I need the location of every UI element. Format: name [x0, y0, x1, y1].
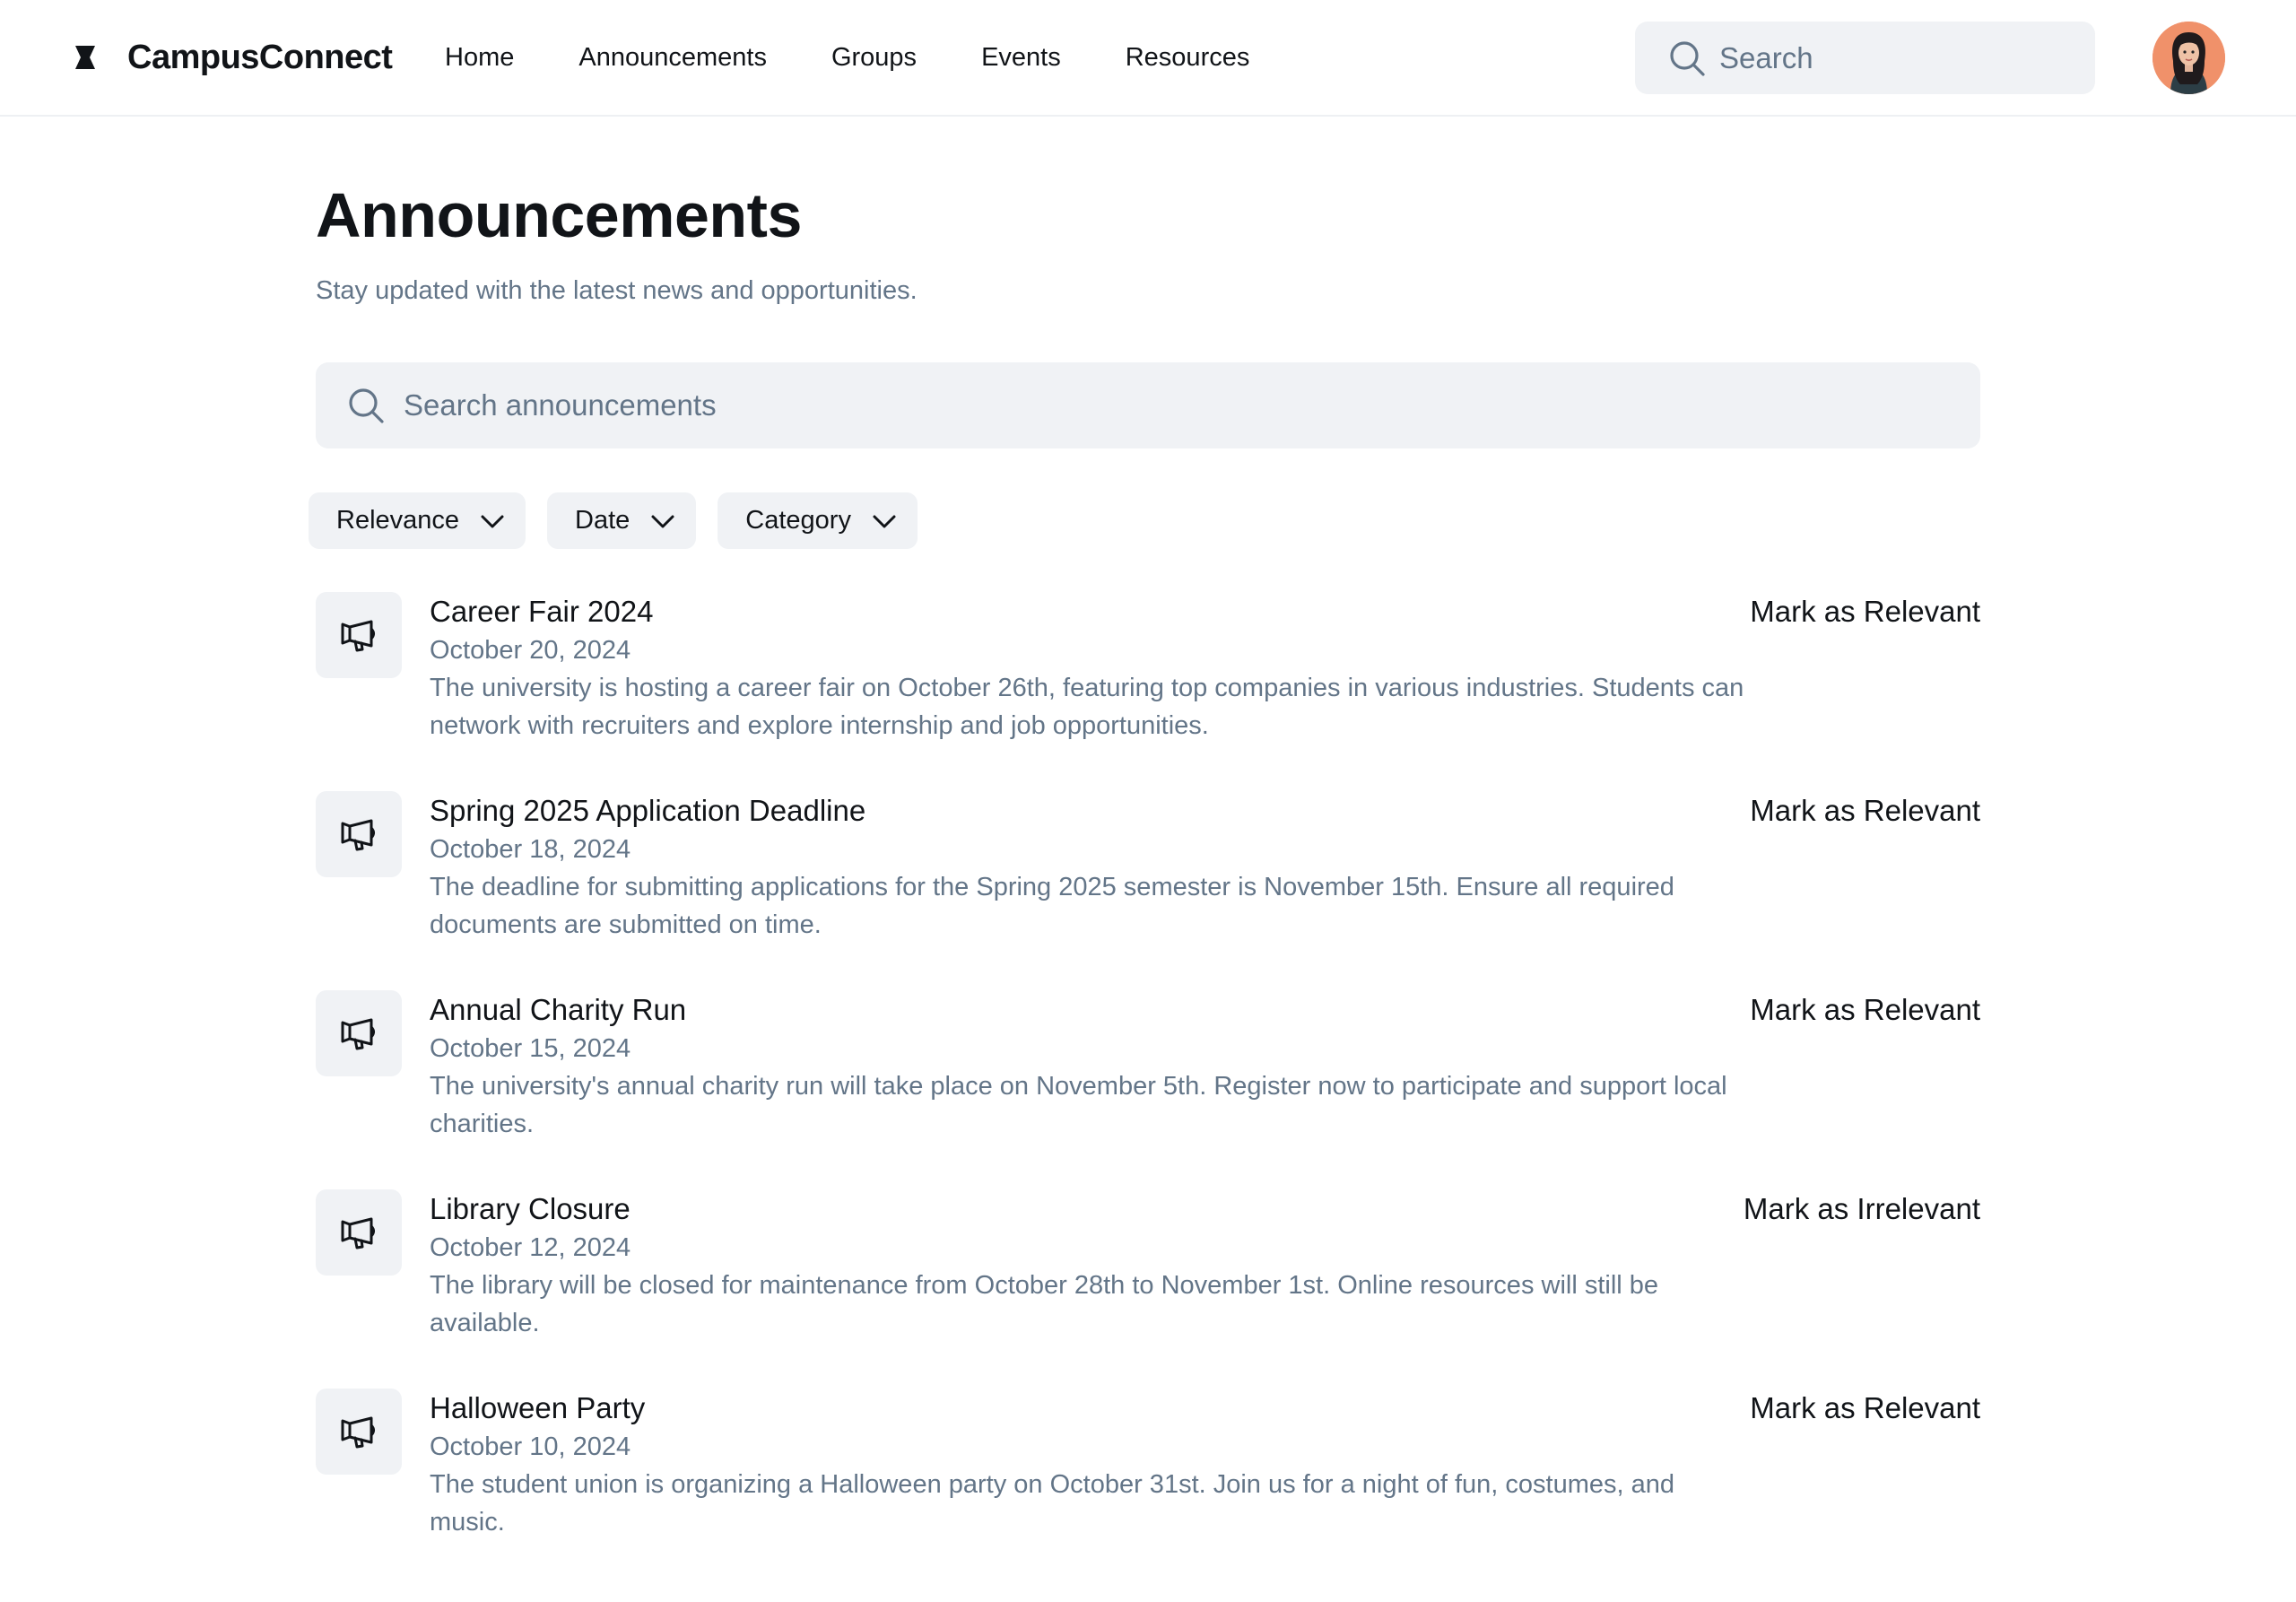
- announcement-icon-tile: [316, 990, 402, 1076]
- announcement-title[interactable]: Annual Charity Run: [430, 990, 1748, 1030]
- global-search-input[interactable]: [1719, 40, 2078, 75]
- mark-relevance-button[interactable]: Mark as Irrelevant: [1744, 1189, 1980, 1229]
- megaphone-icon: [341, 620, 375, 652]
- announcement-item: Career Fair 2024 October 20, 2024 The un…: [316, 592, 1980, 791]
- announcement-title[interactable]: Spring 2025 Application Deadline: [430, 791, 1748, 831]
- announcement-date: October 12, 2024: [430, 1233, 631, 1262]
- app-name: CampusConnect: [127, 38, 393, 76]
- announcement-search-input[interactable]: [404, 388, 1928, 422]
- announcement-icon-tile: [316, 791, 402, 877]
- filter-bar: Relevance Date Category: [309, 492, 939, 549]
- mark-relevance-button[interactable]: Mark as Relevant: [1750, 592, 1980, 631]
- filter-category-dropdown[interactable]: Category: [718, 492, 918, 549]
- announcement-title[interactable]: Career Fair 2024: [430, 592, 1748, 631]
- filter-label: Date: [575, 506, 631, 535]
- announcement-icon-tile: [316, 1389, 402, 1475]
- announcement-description: The university is hosting a career fair …: [430, 674, 1744, 740]
- announcement-date: October 15, 2024: [430, 1034, 631, 1063]
- page-subtitle: Stay updated with the latest news and op…: [316, 276, 918, 305]
- announcement-search-box[interactable]: [316, 362, 1980, 448]
- announcement-description: The student union is organizing a Hallow…: [430, 1470, 1674, 1537]
- chevron-down-icon: [873, 515, 896, 527]
- mark-relevance-button[interactable]: Mark as Relevant: [1750, 791, 1980, 831]
- filter-date-dropdown[interactable]: Date: [547, 492, 697, 549]
- global-search-box[interactable]: [1635, 22, 2095, 94]
- announcement-icon-tile: [316, 592, 402, 678]
- announcement-date: October 20, 2024: [430, 636, 631, 665]
- search-icon: [1670, 40, 1705, 76]
- announcement-item: Halloween Party October 10, 2024 The stu…: [316, 1389, 1980, 1588]
- avatar-portrait-icon: [2152, 22, 2225, 94]
- announcement-icon-tile: [316, 1189, 402, 1276]
- megaphone-icon: [341, 1416, 375, 1449]
- announcement-date: October 10, 2024: [430, 1432, 631, 1461]
- announcement-description: The deadline for submitting applications…: [430, 873, 1674, 939]
- page-title: Announcements: [316, 180, 802, 250]
- nav-item-events[interactable]: Events: [981, 43, 1061, 73]
- nav-item-resources[interactable]: Resources: [1126, 43, 1250, 73]
- filter-label: Relevance: [336, 506, 460, 535]
- announcement-item: Library Closure October 12, 2024 The lib…: [316, 1189, 1980, 1389]
- top-navigation-bar: CampusConnect Home Announcements Groups …: [0, 0, 2296, 117]
- announcement-title[interactable]: Halloween Party: [430, 1389, 1748, 1428]
- search-icon: [349, 388, 384, 423]
- hourglass-logo-icon: [75, 46, 95, 69]
- mark-relevance-button[interactable]: Mark as Relevant: [1750, 1389, 1980, 1428]
- filter-relevance-dropdown[interactable]: Relevance: [309, 492, 526, 549]
- announcement-list: Career Fair 2024 October 20, 2024 The un…: [316, 592, 1980, 1588]
- user-avatar[interactable]: [2152, 22, 2225, 94]
- announcement-description: The library will be closed for maintenan…: [430, 1271, 1659, 1337]
- mark-relevance-button[interactable]: Mark as Relevant: [1750, 990, 1980, 1030]
- nav-item-announcements[interactable]: Announcements: [578, 43, 767, 73]
- megaphone-icon: [341, 1217, 375, 1249]
- filter-label: Category: [745, 506, 851, 535]
- chevron-down-icon: [651, 515, 674, 527]
- main-nav: Home Announcements Groups Events Resourc…: [445, 36, 1314, 79]
- announcement-item: Spring 2025 Application Deadline October…: [316, 791, 1980, 990]
- announcement-title[interactable]: Library Closure: [430, 1189, 1748, 1229]
- megaphone-icon: [341, 1018, 375, 1050]
- announcement-date: October 18, 2024: [430, 835, 631, 864]
- announcement-description: The university's annual charity run will…: [430, 1072, 1727, 1138]
- announcement-item: Annual Charity Run October 15, 2024 The …: [316, 990, 1980, 1189]
- megaphone-icon: [341, 819, 375, 851]
- nav-item-groups[interactable]: Groups: [831, 43, 917, 73]
- nav-item-home[interactable]: Home: [445, 43, 514, 73]
- chevron-down-icon: [481, 515, 504, 527]
- brand[interactable]: CampusConnect: [72, 36, 393, 79]
